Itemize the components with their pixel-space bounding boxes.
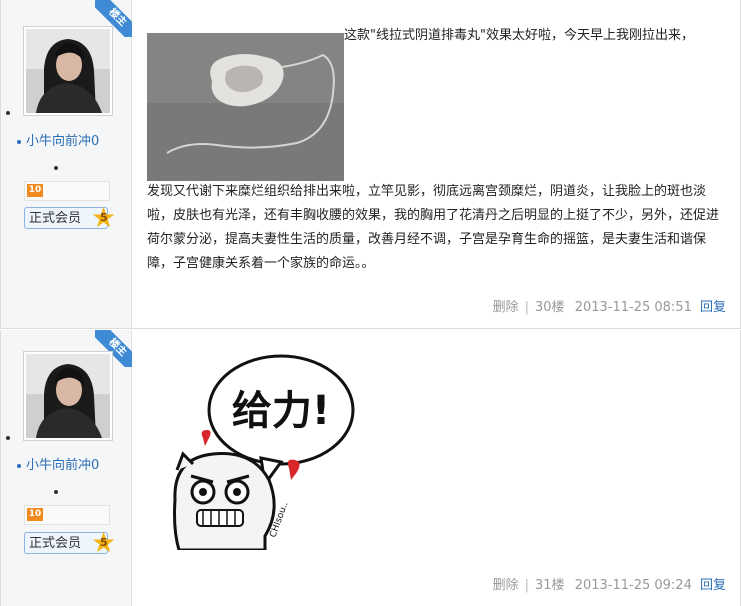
bullet <box>54 490 58 494</box>
post-text: 发现又代谢下来糜烂组织给排出来啦，立竿见影，彻底远离宫颈糜烂，阴道炎，让我脸上的… <box>147 184 720 271</box>
username-link[interactable]: 小牛向前冲0 <box>17 130 99 149</box>
member-badge: 正式会员 ★ 5 <box>24 529 116 557</box>
bullet <box>54 166 58 170</box>
post-meta: 删除 | 31楼 2013-11-25 09:24 回复 <box>492 578 726 593</box>
reply-link[interactable]: 回复 <box>700 300 726 315</box>
level-bar: 10 <box>24 181 110 201</box>
sticker-image[interactable]: 给力! CHIsou.. <box>169 350 359 550</box>
timestamp: 2013-11-25 08:51 <box>574 300 692 315</box>
bubble-text: 给力! <box>232 388 330 434</box>
thread-photo[interactable] <box>147 33 344 181</box>
member-badge: 正式会员 ★ 5 <box>24 204 116 232</box>
post-text-line1: 这款"线拉式阴道排毒丸"效果太好啦，今天早上我刚拉出来， <box>344 28 694 43</box>
reply-link[interactable]: 回复 <box>700 578 726 593</box>
star-icon: ★ 5 <box>91 201 117 234</box>
level-icon: 10 <box>27 184 43 197</box>
avatar[interactable] <box>23 351 113 441</box>
post-31: 楼主 小牛向前冲0 10 正式会员 ★ 5 给力! CHIsou.. 删除 | … <box>0 330 741 606</box>
bullet <box>6 436 10 440</box>
star-icon: ★ 5 <box>91 526 117 559</box>
user-sidebar: 楼主 小牛向前冲0 10 正式会员 ★ 5 <box>1 0 132 328</box>
level-bar: 10 <box>24 505 110 525</box>
floor-number: 31楼 <box>535 578 565 593</box>
floor-number: 30楼 <box>535 300 565 315</box>
timestamp: 2013-11-25 09:24 <box>574 578 692 593</box>
delete-link[interactable]: 删除 <box>493 300 519 315</box>
post-30: 楼主 小牛向前冲0 10 正式会员 ★ 5 这款"线拉式阴道排毒丸"效果太好啦，今… <box>0 0 741 329</box>
post-meta: 删除 | 30楼 2013-11-25 08:51 回复 <box>492 300 726 315</box>
level-icon: 10 <box>27 508 43 521</box>
username-link[interactable]: 小牛向前冲0 <box>17 454 99 473</box>
user-sidebar: 楼主 小牛向前冲0 10 正式会员 ★ 5 <box>1 330 132 606</box>
avatar[interactable] <box>23 26 113 116</box>
delete-link[interactable]: 删除 <box>493 578 519 593</box>
bullet <box>6 111 10 115</box>
